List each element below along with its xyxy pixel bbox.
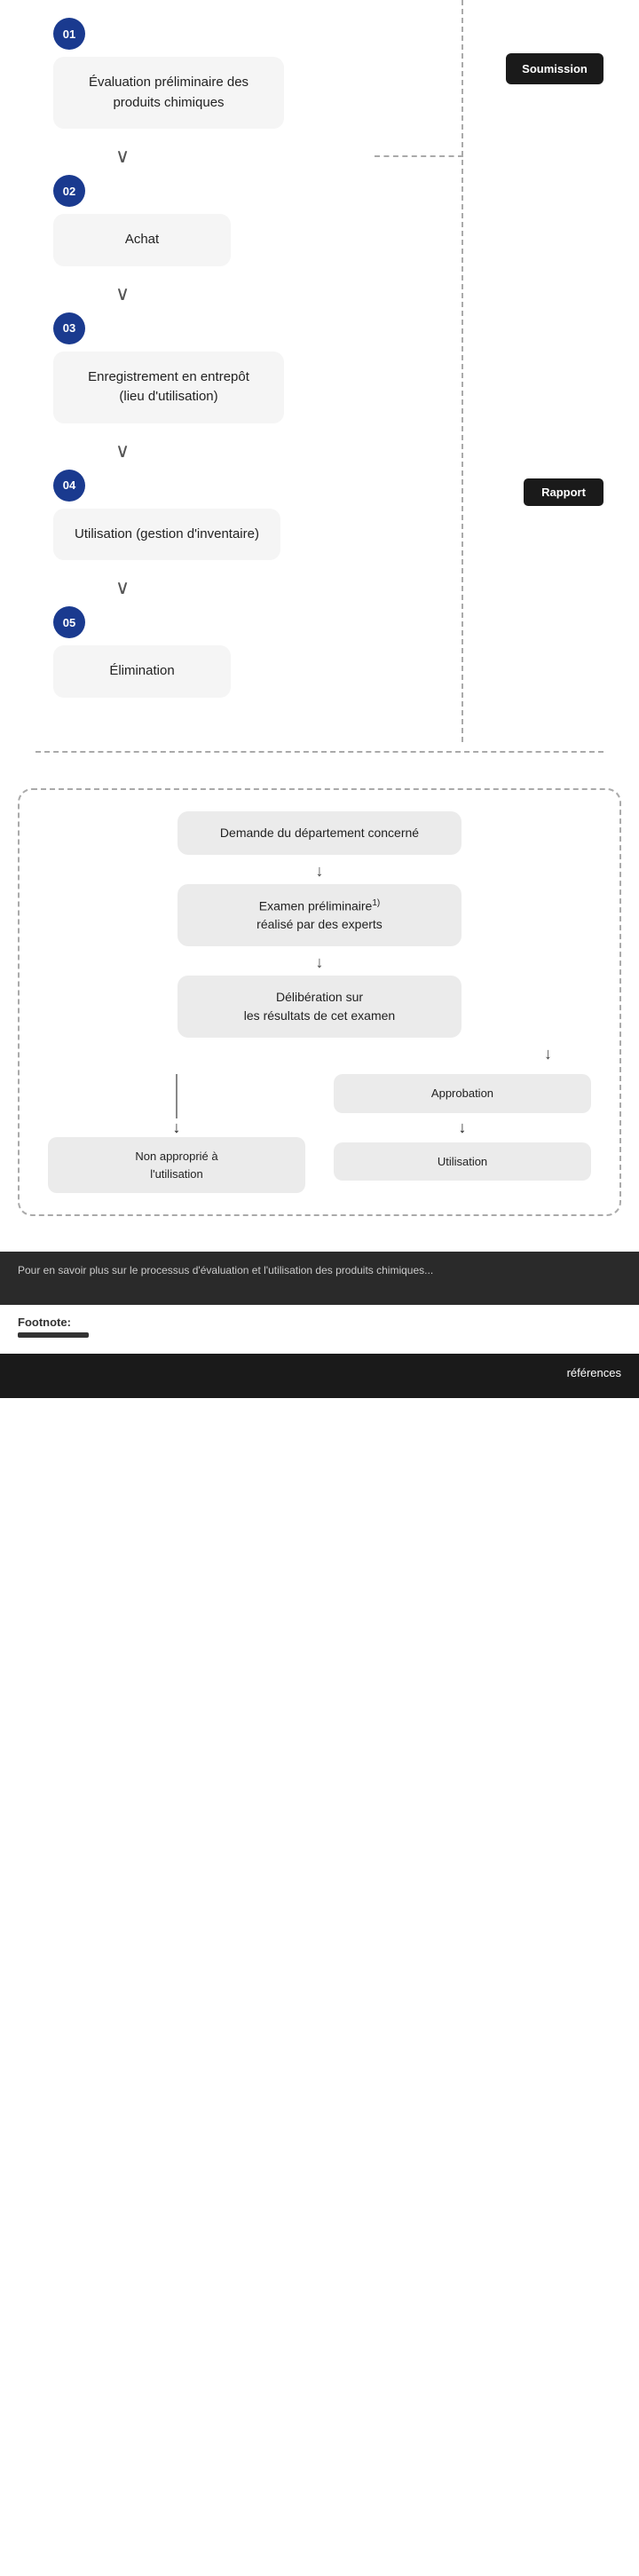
step-02-left: 02 Achat (0, 175, 284, 275)
flow-box-3-line2: les résultats de cet examen (244, 1008, 395, 1023)
flow-split: ↓ Non approprié à l'utilisation Approbat… (34, 1074, 605, 1193)
step-badge-02: 02 (53, 175, 85, 207)
bottom-text: références (567, 1366, 621, 1379)
step-row-03: 03 Enregistrement en entrepôt (lieu d'ut… (0, 312, 639, 432)
flow-arrow-1: ↓ (34, 862, 605, 881)
left-vert-line (176, 1074, 178, 1118)
footer-section: Pour en savoir plus sur le processus d'é… (0, 1252, 639, 1305)
footnote-label: Footnote: (18, 1316, 71, 1329)
step-box-01: Évaluation préliminaire des produits chi… (53, 57, 284, 129)
step-04-right-overlay: Rapport (524, 478, 604, 506)
step-badge-01: 01 (53, 18, 85, 50)
flow-box-approbation: Approbation (334, 1074, 591, 1113)
step-badge-03: 03 (53, 312, 85, 344)
footer-text: Pour en savoir plus sur le processus d'é… (18, 1264, 433, 1276)
not-appropriate-line1: Non approprié à (135, 1150, 217, 1163)
footnote-section: Footnote: (0, 1305, 639, 1354)
dashed-h-01 (375, 155, 463, 157)
flow-box-3-line1: Délibération sur (276, 990, 363, 1004)
step-05-left: 05 Élimination (0, 606, 284, 707)
flowchart-section: Demande du département concerné ↓ Examen… (18, 788, 621, 1217)
step-01-left: 01 Évaluation préliminaire des produits … (0, 18, 284, 138)
step-row-05: 05 Élimination (0, 606, 639, 707)
arrow-03-04: ∨ (0, 439, 639, 462)
step-badge-04: 04 (53, 470, 85, 502)
flow-box-3: Délibération sur les résultats de cet ex… (178, 976, 462, 1038)
flow-box-2-sup: 1) (372, 898, 380, 908)
footnote-bar (18, 1332, 89, 1338)
step-row-01: 01 Évaluation préliminaire des produits … (0, 18, 639, 138)
flow-box-not-appropriate: Non approprié à l'utilisation (48, 1137, 305, 1193)
step-badge-05: 05 (53, 606, 85, 638)
flow-split-left-col: ↓ Non approprié à l'utilisation (48, 1074, 305, 1193)
not-appropriate-line2: l'utilisation (150, 1167, 203, 1181)
steps-area: 01 Évaluation préliminaire des produits … (0, 0, 639, 742)
flow-box-utilisation: Utilisation (334, 1142, 591, 1181)
arrow-02-03: ∨ (0, 282, 639, 305)
flow-arrow-2: ↓ (34, 953, 605, 972)
arrow-04-05: ∨ (0, 576, 639, 599)
flow-split-right-col: Approbation ↓ Utilisation (334, 1074, 591, 1193)
flow-box-2-text: Examen préliminaire (259, 898, 373, 913)
flow-outer-border: Demande du département concerné ↓ Examen… (18, 788, 621, 1217)
flow-arrow-3: ↓ (544, 1045, 552, 1063)
step-row-04: 04 Utilisation (gestion d'inventaire) Ra… (0, 470, 639, 570)
step-03-left: 03 Enregistrement en entrepôt (lieu d'ut… (0, 312, 284, 432)
flow-arrow-approbation: ↓ (458, 1118, 466, 1137)
flow-box-2-text2: réalisé par des experts (256, 917, 383, 931)
arrow-01-02: ∨ (0, 145, 639, 168)
flow-box-2: Examen préliminaire1) réalisé par des ex… (178, 884, 462, 947)
flow-box-1: Demande du département concerné (178, 811, 462, 855)
flow-arrow-3-container: ↓ (34, 1045, 605, 1063)
step-box-04: Utilisation (gestion d'inventaire) (53, 509, 280, 561)
step-04-left: 04 Utilisation (gestion d'inventaire) (0, 470, 284, 570)
step-box-02: Achat (53, 214, 231, 266)
step-01-right-overlay: Soumission (506, 53, 604, 84)
step-box-05: Élimination (53, 645, 231, 698)
bottom-bar: références (0, 1354, 639, 1398)
step-box-03: Enregistrement en entrepôt (lieu d'utili… (53, 352, 284, 423)
separator-dashed (36, 751, 604, 753)
page-wrapper: 01 Évaluation préliminaire des produits … (0, 0, 639, 1398)
step-row-02: 02 Achat (0, 175, 639, 275)
